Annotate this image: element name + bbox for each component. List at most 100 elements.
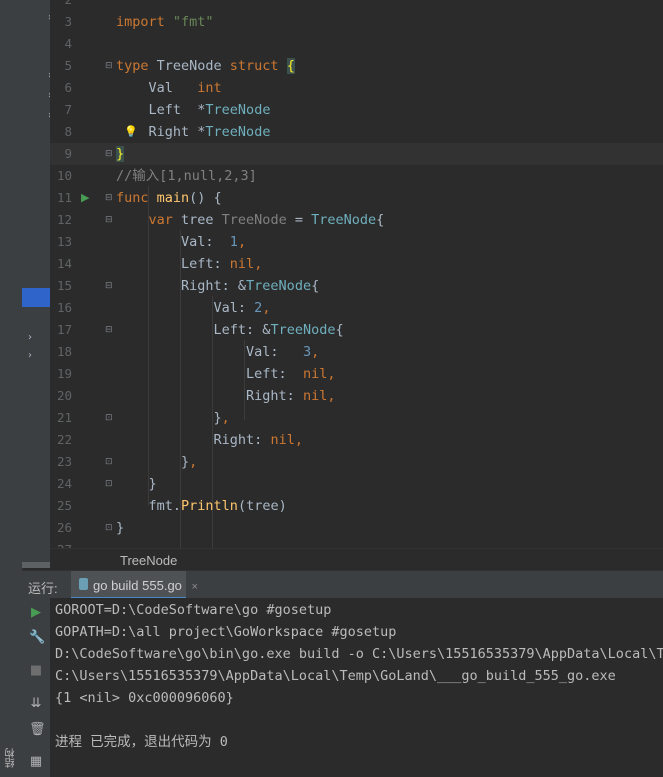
line-number: 2 [50, 0, 72, 11]
project-panel-scrollbar[interactable] [22, 562, 50, 568]
code-line[interactable]: 18 Val: 3, [50, 341, 663, 363]
code-token: , [189, 454, 198, 470]
code-token: func [116, 190, 157, 206]
line-number: 17 [56, 322, 72, 337]
code-token: Left: [116, 256, 230, 272]
code-line[interactable]: 16 Val: 2, [50, 297, 663, 319]
code-text: Val int [116, 77, 222, 99]
fold-icon[interactable]: ⊟ [105, 55, 113, 77]
code-text: type TreeNode struct { [116, 55, 295, 77]
code-line[interactable]: 10 //输入[1,null,2,3] [50, 165, 663, 187]
line-number: 7 [64, 102, 72, 117]
run-panel-header: 运行: go build 555.go × [22, 570, 663, 600]
tree-collapsed-icon[interactable]: › [28, 350, 32, 361]
fold-icon[interactable]: ⊡ [105, 451, 113, 473]
line-number: 5 [64, 58, 72, 73]
code-token: fmt. [116, 498, 182, 514]
code-line[interactable]: 17 ⊟ Left: &TreeNode{ [50, 319, 663, 341]
breadcrumb-item[interactable]: TreeNode [120, 553, 177, 568]
fold-icon[interactable]: ⊡ [105, 473, 113, 495]
code-token: , [237, 234, 247, 250]
fold-icon[interactable]: ⊟ [105, 275, 113, 297]
code-token: } [116, 146, 125, 162]
code-token: Val: [116, 344, 303, 360]
left-tool-strip: 结构 [0, 0, 23, 777]
code-text: Left: &TreeNode{ [116, 319, 344, 341]
fold-icon[interactable]: ⊟ [105, 187, 113, 209]
tree-collapsed-icon[interactable]: › [28, 332, 32, 343]
code-line[interactable]: 2 [50, 0, 663, 11]
run-console[interactable]: GOROOT=D:\CodeSoftware\go #gosetup GOPATH… [50, 598, 663, 777]
code-line[interactable]: 25 fmt.Println(tree) [50, 495, 663, 517]
code-line[interactable]: 20 Right: nil, [50, 385, 663, 407]
code-line[interactable]: 19 Left: nil, [50, 363, 663, 385]
code-token: var [148, 212, 182, 228]
code-line[interactable]: 7 Left *TreeNode [50, 99, 663, 121]
code-line[interactable]: 27 [50, 539, 663, 548]
code-text: Left: nil, [116, 253, 262, 275]
line-number: 4 [64, 36, 72, 51]
play-icon[interactable]: ▶ [81, 187, 89, 209]
project-panel: › › › › › › [22, 0, 50, 568]
line-number: 27 [50, 539, 72, 548]
rerun-icon[interactable]: ▶ [29, 606, 43, 620]
line-number: 18 [56, 344, 72, 359]
code-token: type [116, 58, 157, 74]
fold-icon[interactable]: ⊟ [105, 319, 113, 341]
code-line[interactable]: 5 ⊟ type TreeNode struct { [50, 55, 663, 77]
code-text: } [116, 473, 157, 495]
code-token: , [262, 300, 271, 316]
layout-icon[interactable]: ▦ [29, 755, 43, 769]
code-line[interactable]: 22 Right: nil, [50, 429, 663, 451]
code-line[interactable]: 8 💡 Right *TreeNode [50, 121, 663, 143]
project-selected-row[interactable] [22, 288, 50, 307]
fold-icon[interactable]: ⊟ [105, 143, 113, 165]
code-token: Val: [116, 300, 255, 316]
code-line[interactable]: 26 ⊡} [50, 517, 663, 539]
stop-icon[interactable]: ■ [29, 664, 43, 678]
code-token: nil [302, 388, 328, 404]
line-number: 21 [56, 410, 72, 425]
fold-icon[interactable]: ⊟ [105, 209, 113, 231]
code-token: TreeNode [156, 58, 230, 74]
close-tab-icon[interactable]: × [192, 581, 198, 593]
code-line[interactable]: 4 [50, 33, 663, 55]
code-token: TreeNode [205, 124, 271, 140]
fold-icon[interactable]: ⊡ [105, 517, 113, 539]
code-text: Right: nil, [116, 429, 303, 451]
code-line[interactable]: 9 ⊟} [50, 143, 663, 165]
code-line[interactable]: 24 ⊡ } [50, 473, 663, 495]
code-token: struct [229, 58, 287, 74]
line-number: 9 [64, 146, 72, 161]
console-line: {1 <nil> 0xc000096060} [55, 690, 234, 706]
code-text: //输入[1,null,2,3] [116, 165, 257, 187]
code-line[interactable]: 23 ⊡ }, [50, 451, 663, 473]
sort-icon[interactable]: ⇊ [29, 697, 43, 711]
run-tab[interactable]: go build 555.go × [71, 571, 198, 599]
code-text: var tree TreeNode = TreeNode{ [116, 209, 385, 231]
fold-icon[interactable]: ⊡ [105, 407, 113, 429]
wrench-icon[interactable]: 🔧 [29, 631, 45, 645]
code-line[interactable]: 14 Left: nil, [50, 253, 663, 275]
code-token: , [327, 366, 336, 382]
code-token: main [156, 190, 190, 206]
code-text: import "fmt" [116, 11, 214, 33]
code-line[interactable]: 21 ⊡ }, [50, 407, 663, 429]
code-line[interactable]: 12 ⊟ var tree TreeNode = TreeNode{ [50, 209, 663, 231]
code-editor[interactable]: 23import "fmt"45⊟type TreeNode struct {6… [50, 0, 663, 548]
code-line[interactable]: 6 Val int [50, 77, 663, 99]
code-token: TreeNode [205, 102, 271, 118]
code-line[interactable]: 11 ⊟ ▶ func main() { [50, 187, 663, 209]
code-line[interactable]: 3 import "fmt" [50, 11, 663, 33]
code-text: } [116, 143, 125, 165]
run-panel-label: 运行: [28, 581, 58, 596]
code-token: } [116, 520, 125, 536]
code-line[interactable]: 13 Val: 1, [50, 231, 663, 253]
code-line[interactable]: 15 ⊟ Right: &TreeNode{ [50, 275, 663, 297]
structure-tool-label[interactable]: 结构 [4, 748, 19, 768]
run-tab-title: go build 555.go [93, 578, 182, 593]
code-token: nil [302, 366, 328, 382]
trash-icon[interactable]: 🗑 [29, 723, 46, 737]
line-number: 6 [64, 80, 72, 95]
